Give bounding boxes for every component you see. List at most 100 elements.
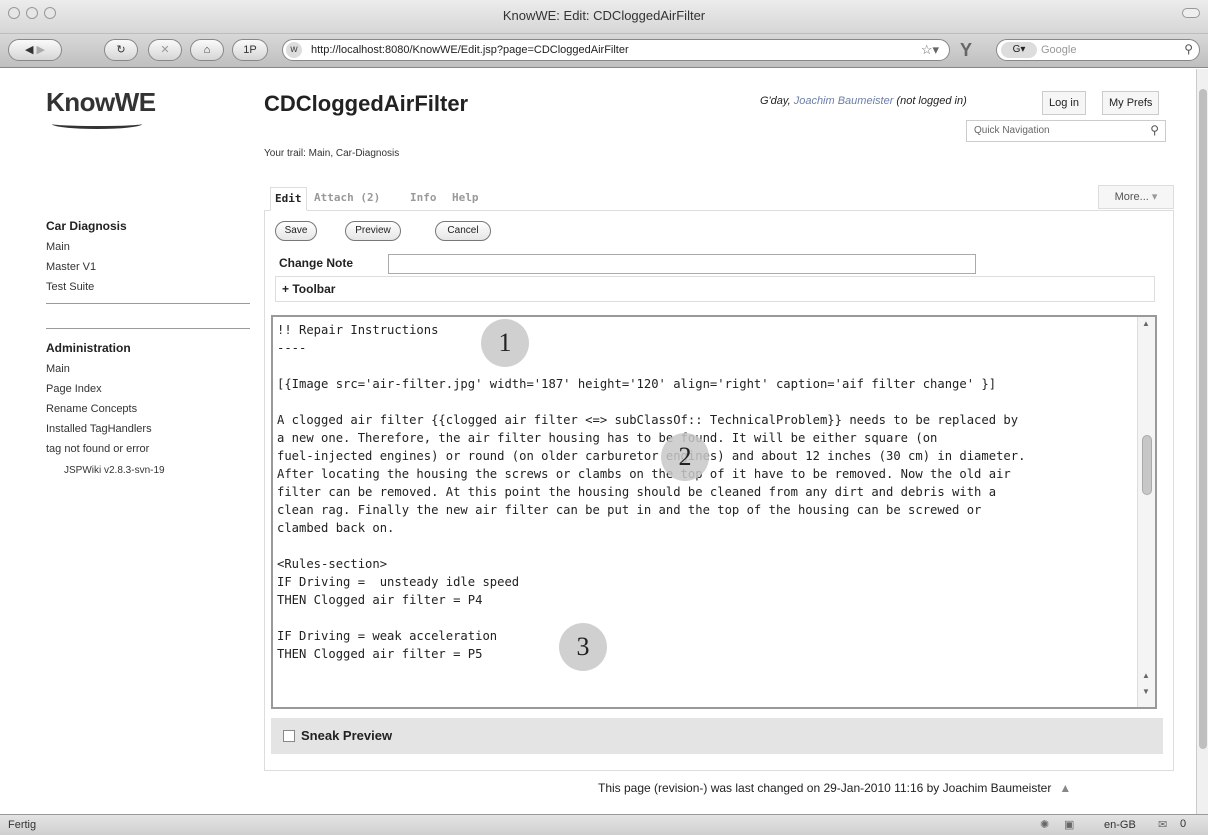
url-bar[interactable]: w http://localhost:8080/KnowWE/Edit.jsp?…	[282, 39, 950, 61]
more-menu[interactable]: More... ▾	[1098, 185, 1174, 209]
tab-info[interactable]: Info	[406, 187, 441, 211]
editor-line[interactable]: ----	[277, 339, 1133, 357]
editor-line[interactable]: [{Image src='air-filter.jpg' width='187'…	[277, 375, 1133, 393]
sidebar-section-title[interactable]: Car Diagnosis	[46, 219, 250, 233]
logo-swoosh	[52, 119, 142, 129]
knowwe-logo[interactable]: KnowWE	[46, 87, 156, 118]
browser-toolbar: ◀ ▶ ↻ ✕ ⌂ 1P w http://localhost:8080/Kno…	[0, 34, 1208, 68]
onep-button[interactable]: 1P	[232, 39, 268, 61]
sneak-preview-checkbox[interactable]	[283, 730, 295, 742]
editor-line[interactable]: IF Driving = unsteady idle speed	[277, 573, 1133, 591]
my-prefs-button[interactable]: My Prefs	[1102, 91, 1160, 115]
sneak-preview-bar: Sneak Preview	[271, 718, 1163, 754]
more-label: More...	[1114, 191, 1149, 203]
sidebar-item-installed-taghandlers[interactable]: Installed TagHandlers	[46, 423, 250, 435]
stop-icon: ✕	[160, 44, 170, 56]
window-title: KnowWE: Edit: CDCloggedAirFilter	[502, 8, 706, 23]
search-icon[interactable]: ⚲	[1184, 42, 1193, 56]
window-icon[interactable]: ▣	[1064, 818, 1074, 831]
stop-button[interactable]: ✕	[148, 39, 182, 61]
reload-button[interactable]: ↻	[104, 39, 138, 61]
editor-text[interactable]: !! Repair Instructions ---- [{Image src='a…	[277, 321, 1133, 663]
site-identity-icon[interactable]: w	[286, 42, 302, 58]
yahoo-toolbar-icon[interactable]: Y	[960, 40, 972, 61]
search-icon[interactable]: ⚲	[1150, 123, 1159, 137]
scroll-down-icon[interactable]: ▼	[1142, 687, 1150, 696]
tab-help[interactable]: Help	[448, 187, 483, 211]
url-text[interactable]: http://localhost:8080/KnowWE/Edit.jsp?pa…	[311, 44, 629, 56]
editor-line[interactable]: A clogged air filter {{clogged air filte…	[277, 411, 1133, 429]
editor-line[interactable]	[277, 393, 1133, 411]
editor-line[interactable]: !! Repair Instructions	[277, 321, 1133, 339]
scroll-to-top-icon[interactable]: ▲	[1059, 781, 1071, 795]
cancel-button[interactable]: Cancel	[435, 221, 491, 241]
editor-line[interactable]	[277, 357, 1133, 375]
sidebar-section-title: Administration	[46, 341, 131, 355]
greeting-prefix: G'day,	[760, 95, 791, 107]
tab-edit[interactable]: Edit	[270, 187, 307, 211]
toolbar-toggle[interactable]: + Toolbar	[275, 276, 1155, 302]
scroll-up-icon[interactable]: ▲	[1142, 319, 1150, 328]
version-label[interactable]: JSPWiki v2.8.3-svn-19	[46, 465, 250, 476]
tab-attach[interactable]: Attach (2)	[310, 187, 384, 211]
addon-icon[interactable]: ✺	[1040, 818, 1049, 831]
annotation-marker: 3	[559, 623, 607, 671]
save-button[interactable]: Save	[275, 221, 317, 241]
sidebar-item-rename-concepts[interactable]: Rename Concepts	[46, 403, 250, 415]
editor-line[interactable]	[277, 537, 1133, 555]
reload-icon: ↻	[116, 44, 126, 56]
editor-line[interactable]	[277, 609, 1133, 627]
quick-navigation-input[interactable]: Quick Navigation ⚲	[966, 120, 1166, 142]
toolbar-toggle-icon[interactable]	[1182, 8, 1200, 18]
editor-line[interactable]: IF Driving = weak acceleration	[277, 627, 1133, 645]
quick-nav-placeholder: Quick Navigation	[974, 125, 1050, 136]
forward-arrow-icon[interactable]: ▶	[37, 44, 45, 56]
wiki-editor-textarea[interactable]: !! Repair Instructions ---- [{Image src='a…	[271, 315, 1157, 709]
divider	[46, 328, 250, 329]
toolbar-toggle-label[interactable]: + Toolbar	[282, 282, 335, 296]
annotation-marker: 1	[481, 319, 529, 367]
browser-search-box[interactable]: G▾ Google ⚲	[996, 39, 1200, 61]
window-scrollbar[interactable]	[1196, 69, 1208, 814]
scroll-up-icon[interactable]: ▲	[1142, 671, 1150, 680]
counter-label: 0	[1180, 818, 1187, 830]
back-forward-button[interactable]: ◀ ▶	[8, 39, 62, 61]
editor-line[interactable]: clambed back on.	[277, 519, 1133, 537]
editor-line[interactable]: clean rag. Finally the new air filter ca…	[277, 501, 1133, 519]
window-titlebar: KnowWE: Edit: CDCloggedAirFilter	[0, 0, 1208, 34]
last-changed-text: This page (revision-) was last changed o…	[598, 781, 1052, 795]
bookmark-star-icon[interactable]: ☆▾	[921, 42, 939, 58]
editor-line[interactable]: THEN Clogged air filter = P4	[277, 591, 1133, 609]
editor-line[interactable]: <Rules-section>	[277, 555, 1133, 573]
preview-button[interactable]: Preview	[345, 221, 401, 241]
change-note-input[interactable]	[388, 254, 976, 274]
sidebar-item-main[interactable]: Main	[46, 241, 250, 253]
page-content: KnowWE CDCloggedAirFilter Your trail: Ma…	[0, 69, 1196, 814]
page-title[interactable]: CDCloggedAirFilter	[264, 91, 468, 117]
sidebar-item-tag-error: tag not found or error	[46, 443, 150, 455]
back-arrow-icon[interactable]: ◀	[25, 44, 33, 56]
editor-scrollbar[interactable]: ▲ ▲ ▼	[1137, 317, 1155, 707]
window-scrollbar-thumb[interactable]	[1199, 89, 1207, 749]
sneak-preview-label[interactable]: Sneak Preview	[301, 728, 392, 743]
search-placeholder: Google	[1041, 44, 1077, 56]
sidebar-item-page-index[interactable]: Page Index	[46, 383, 250, 395]
user-link[interactable]: Joachim Baumeister	[794, 95, 894, 107]
mail-icon[interactable]: ✉	[1158, 818, 1167, 831]
language-indicator[interactable]: en-GB	[1104, 819, 1136, 831]
annotation-marker: 2	[661, 433, 709, 481]
sidebar: Car Diagnosis Main Master V1 Test Suite …	[46, 219, 250, 476]
editor-line[interactable]: filter can be removed. At this point the…	[277, 483, 1133, 501]
sidebar-item-admin-main[interactable]: Main	[46, 363, 250, 375]
scrollbar-thumb[interactable]	[1142, 435, 1152, 495]
breadcrumb: Your trail: Main, Car-Diagnosis	[264, 148, 400, 159]
sidebar-item-test-suite[interactable]: Test Suite	[46, 281, 250, 293]
user-greeting: G'day, Joachim Baumeister (not logged in…	[760, 95, 967, 107]
chevron-down-icon: ▾	[1151, 191, 1158, 203]
edit-panel: Save Preview Cancel Change Note + Toolba…	[264, 211, 1174, 771]
search-engine-icon[interactable]: G▾	[1001, 42, 1037, 58]
sidebar-item-master-v1[interactable]: Master V1	[46, 261, 250, 273]
editor-line[interactable]: THEN Clogged air filter = P5	[277, 645, 1133, 663]
login-button[interactable]: Log in	[1042, 91, 1086, 115]
home-button[interactable]: ⌂	[190, 39, 224, 61]
